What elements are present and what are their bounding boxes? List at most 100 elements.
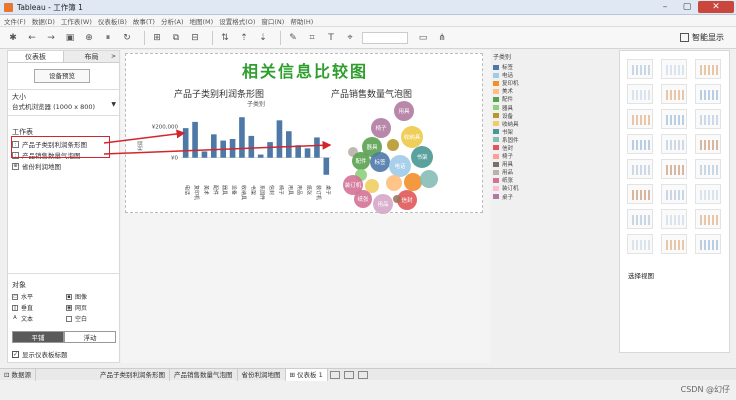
bar[interactable] (286, 131, 292, 158)
menu-item[interactable]: 地图(M) (190, 16, 214, 26)
chart-type-thumbnail[interactable] (627, 109, 653, 129)
new-dashboard-icon[interactable] (343, 370, 354, 379)
menu-item[interactable]: 设置格式(O) (219, 16, 255, 26)
legend-item[interactable]: 系固件 (493, 136, 543, 144)
fit-dropdown[interactable] (362, 31, 408, 44)
menu-item[interactable]: 帮助(H) (290, 16, 313, 26)
bar[interactable] (220, 140, 226, 158)
object-horizontal[interactable]: ▭ 水平 (12, 292, 33, 301)
dashboard-title[interactable]: 相关信息比较图 (126, 58, 484, 82)
chart-type-thumbnail[interactable] (661, 84, 687, 104)
bubble[interactable] (404, 173, 422, 191)
chart-type-thumbnail[interactable] (661, 59, 687, 79)
bar[interactable] (267, 142, 273, 158)
tab-sheet[interactable]: 省份利润地图 (238, 368, 286, 381)
tab-layout[interactable]: 布局 > (64, 51, 119, 62)
bubble[interactable] (365, 179, 379, 193)
chart-type-thumbnail[interactable] (627, 59, 653, 79)
chart-type-thumbnail[interactable] (695, 234, 721, 254)
new-story-icon[interactable] (357, 370, 368, 379)
bar[interactable] (229, 139, 236, 158)
chart-type-thumbnail[interactable] (695, 59, 721, 79)
legend-item[interactable]: 桌子 (493, 193, 543, 201)
chart-type-thumbnail[interactable] (695, 159, 721, 179)
bubble[interactable] (387, 139, 399, 151)
menu-item[interactable]: 窗口(N) (261, 16, 284, 26)
chart-type-thumbnail[interactable] (627, 84, 653, 104)
tab-dashboard-1[interactable]: ⊞ 仪表板 1 (285, 368, 328, 381)
show-title-checkbox[interactable]: ✓ 显示仪表板标题 (12, 349, 68, 359)
menu-item[interactable]: 工作表(W) (61, 16, 92, 26)
group-icon[interactable]: ⌗ (305, 31, 319, 45)
legend-item[interactable]: 用具 (493, 160, 543, 168)
close-button[interactable]: ✕ (698, 1, 734, 13)
add-datasource-icon[interactable]: ⊕ (82, 31, 96, 45)
bar[interactable] (182, 128, 189, 158)
legend-item[interactable]: 美术 (493, 87, 543, 95)
bubble[interactable] (420, 170, 438, 188)
presentation-icon[interactable]: ▭ (416, 31, 430, 45)
bar[interactable] (192, 121, 198, 158)
legend-item[interactable]: 书架 (493, 128, 543, 136)
minimize-button[interactable]: – (654, 1, 676, 13)
bar[interactable] (276, 120, 283, 158)
size-dropdown[interactable]: 台式机浏览器 (1000 x 800) ▼ (12, 101, 116, 111)
duplicate-sheet-icon[interactable]: ⧉ (169, 31, 183, 45)
chart-type-thumbnail[interactable] (661, 109, 687, 129)
chart-type-thumbnail[interactable] (661, 159, 687, 179)
legend-item[interactable]: 标签 (493, 63, 543, 71)
new-sheet-icon[interactable] (329, 370, 340, 379)
chart-type-thumbnail[interactable] (695, 134, 721, 154)
tab-data-source[interactable]: ⊡ 数据源 (0, 368, 37, 381)
menu-item[interactable]: 仪表板(B) (98, 16, 127, 26)
chart-type-thumbnail[interactable] (695, 109, 721, 129)
chart-type-thumbnail[interactable] (661, 234, 687, 254)
legend-item[interactable]: 复印机 (493, 79, 543, 87)
chart-type-thumbnail[interactable] (695, 84, 721, 104)
worksheet-item[interactable]: ⊕ 省份利润地图 (12, 161, 61, 171)
chart-type-thumbnail[interactable] (627, 159, 653, 179)
share-icon[interactable]: ⋔ (435, 31, 449, 45)
redo-icon[interactable]: → (44, 31, 58, 45)
dashboard-area[interactable]: 相关信息比较图 产品子类别利润条形图 产品销售数量气泡图 子类别 利润 ¥200,0… (125, 53, 484, 214)
tiled-button[interactable]: 平铺 (12, 331, 64, 343)
clear-sheet-icon[interactable]: ⊟ (188, 31, 202, 45)
legend-item[interactable]: 用品 (493, 168, 543, 176)
legend-item[interactable]: 信封 (493, 144, 543, 152)
legend-item[interactable]: 设备 (493, 112, 543, 120)
object-webpage[interactable]: ◉ 网页 (66, 303, 87, 312)
legend-item[interactable]: 电话 (493, 71, 543, 79)
maximize-button[interactable]: ▢ (676, 1, 698, 13)
tab-sheet[interactable]: 产品子类别利润条形图 (96, 368, 171, 381)
menu-item[interactable]: 分析(A) (161, 16, 184, 26)
bubble[interactable] (393, 195, 401, 203)
bar[interactable] (257, 154, 264, 158)
chart-type-thumbnail[interactable] (627, 134, 653, 154)
object-image[interactable]: ▪ 图像 (66, 292, 87, 301)
pause-icon[interactable]: ⏸ (101, 31, 115, 45)
object-blank[interactable]: 空白 (66, 314, 87, 323)
show-me-button[interactable]: 智能显示 (680, 32, 724, 43)
menu-item[interactable]: 文件(F) (4, 16, 26, 26)
menu-item[interactable]: 数据(D) (32, 16, 55, 26)
bar[interactable] (314, 137, 320, 158)
save-icon[interactable]: ▣ (63, 31, 77, 45)
collapse-icon[interactable]: > (111, 51, 116, 63)
bar[interactable] (323, 157, 330, 175)
bar[interactable] (211, 134, 217, 158)
tableau-icon[interactable]: ✱ (6, 31, 20, 45)
tab-sheet[interactable]: 产品销售数量气泡图 (170, 368, 238, 381)
swap-icon[interactable]: ⇅ (218, 31, 232, 45)
object-vertical[interactable]: ▯ 垂直 (12, 303, 33, 312)
chart-type-thumbnail[interactable] (695, 209, 721, 229)
bubble[interactable] (386, 175, 402, 191)
fix-axes-icon[interactable]: ⌖ (343, 31, 357, 45)
sort-desc-icon[interactable]: ⇣ (256, 31, 270, 45)
legend-item[interactable]: 椅子 (493, 152, 543, 160)
chart-type-thumbnail[interactable] (661, 134, 687, 154)
tab-dashboard[interactable]: 仪表板 (8, 51, 64, 62)
bar[interactable] (201, 151, 208, 158)
legend-item[interactable]: 纸张 (493, 176, 543, 184)
legend-item[interactable]: 装订机 (493, 184, 543, 192)
object-text[interactable]: A 文本 (12, 314, 33, 323)
